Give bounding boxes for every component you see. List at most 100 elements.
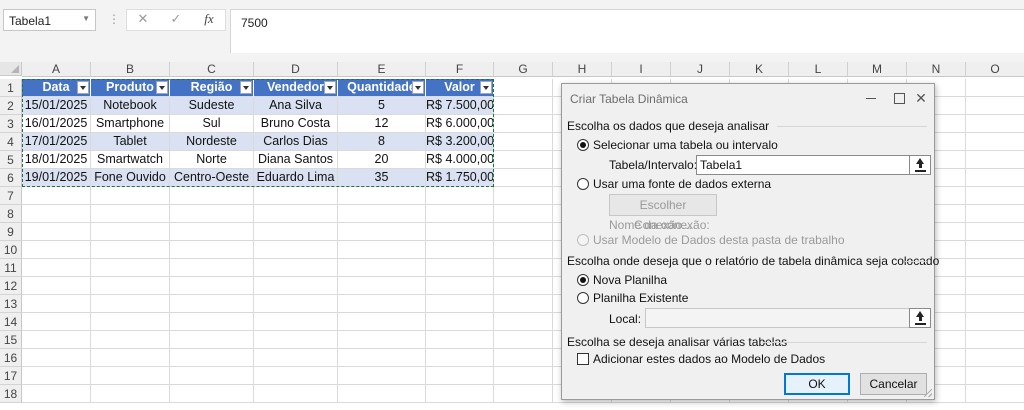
radio-new-sheet[interactable] <box>577 274 589 286</box>
column-header[interactable]: B <box>91 62 170 77</box>
row-header[interactable]: 12 <box>0 277 22 295</box>
ok-button[interactable]: OK <box>784 373 850 395</box>
row-header[interactable]: 18 <box>0 385 22 403</box>
select-all-button[interactable] <box>0 62 22 76</box>
grid-cell[interactable] <box>22 277 91 295</box>
grid-cell[interactable] <box>338 367 426 385</box>
grid-cell[interactable] <box>494 349 553 367</box>
filter-dropdown-icon[interactable] <box>240 81 252 94</box>
table-header-cell[interactable]: Data <box>22 79 91 97</box>
grid-cell[interactable] <box>494 313 553 331</box>
grid-cell[interactable] <box>494 115 553 133</box>
table-cell[interactable]: Nordeste <box>170 133 254 151</box>
grid-cell[interactable] <box>494 277 553 295</box>
table-cell[interactable]: Smartphone <box>91 115 170 133</box>
grid-cell[interactable] <box>22 241 91 259</box>
grid-cell[interactable] <box>254 313 338 331</box>
grid-cell[interactable] <box>170 187 254 205</box>
resize-grip-icon[interactable] <box>922 387 932 397</box>
range-picker-icon[interactable] <box>909 155 931 175</box>
grid-cell[interactable] <box>254 295 338 313</box>
add-to-data-model-checkbox[interactable] <box>577 353 589 365</box>
cancel-button[interactable]: Cancelar <box>860 373 927 395</box>
grid-cell[interactable] <box>170 367 254 385</box>
grid-cell[interactable] <box>170 295 254 313</box>
close-icon[interactable]: ✕ <box>907 87 935 109</box>
grid-cell[interactable] <box>426 367 494 385</box>
radio-data-model[interactable] <box>577 234 589 246</box>
table-cell[interactable]: 15/01/2025 <box>22 97 91 115</box>
filter-dropdown-icon[interactable] <box>324 81 336 94</box>
table-range-input[interactable]: Tabela1 <box>696 155 910 175</box>
grid-cell[interactable] <box>91 277 170 295</box>
table-cell[interactable]: Sul <box>170 115 254 133</box>
grid-cell[interactable] <box>966 187 1024 205</box>
grid-cell[interactable] <box>338 349 426 367</box>
column-header[interactable]: D <box>254 62 338 77</box>
grid-cell[interactable] <box>91 241 170 259</box>
grid-cell[interactable] <box>426 313 494 331</box>
grid-cell[interactable] <box>494 205 553 223</box>
grid-cell[interactable] <box>22 367 91 385</box>
column-header[interactable]: M <box>848 62 907 77</box>
table-cell[interactable]: R$ 1.750,00 <box>426 169 494 187</box>
table-cell[interactable]: Ana Silva <box>254 97 338 115</box>
row-header[interactable]: 2 <box>0 97 22 115</box>
row-header[interactable]: 13 <box>0 295 22 313</box>
enter-formula-icon[interactable]: ✓ <box>166 11 186 29</box>
grid-cell[interactable] <box>254 259 338 277</box>
grid-cell[interactable] <box>426 385 494 403</box>
grid-cell[interactable] <box>494 367 553 385</box>
grid-cell[interactable] <box>254 349 338 367</box>
more-options-icon[interactable]: ⋮ <box>108 12 120 26</box>
grid-cell[interactable] <box>494 169 553 187</box>
column-header[interactable]: F <box>426 62 494 77</box>
grid-cell[interactable] <box>426 241 494 259</box>
table-cell[interactable]: 16/01/2025 <box>22 115 91 133</box>
filter-dropdown-icon[interactable] <box>412 81 424 94</box>
grid-cell[interactable] <box>966 97 1024 115</box>
grid-cell[interactable] <box>91 223 170 241</box>
table-cell[interactable]: 35 <box>338 169 426 187</box>
grid-cell[interactable] <box>22 259 91 277</box>
radio-new-sheet-label[interactable]: Nova Planilha <box>593 273 667 287</box>
table-cell[interactable]: R$ 6.000,00 <box>426 115 494 133</box>
radio-data-model-label[interactable]: Usar Modelo de Dados desta pasta de trab… <box>593 233 845 247</box>
column-header[interactable]: A <box>22 62 91 77</box>
name-box[interactable]: Tabela1 ▼ <box>3 9 96 31</box>
grid-cell[interactable] <box>170 259 254 277</box>
grid-cell[interactable] <box>91 295 170 313</box>
grid-cell[interactable] <box>338 295 426 313</box>
grid-cell[interactable] <box>966 349 1024 367</box>
choose-connection-button[interactable]: Escolher Conexão... <box>609 194 717 232</box>
filter-dropdown-icon[interactable] <box>156 81 168 94</box>
filter-dropdown-icon[interactable] <box>77 81 89 94</box>
grid-cell[interactable] <box>966 79 1024 97</box>
table-cell[interactable]: Fone Ouvido <box>91 169 170 187</box>
table-cell[interactable]: Carlos Dias <box>254 133 338 151</box>
grid-cell[interactable] <box>22 385 91 403</box>
grid-cell[interactable] <box>966 223 1024 241</box>
grid-cell[interactable] <box>966 313 1024 331</box>
range-picker-icon[interactable] <box>909 308 931 328</box>
table-cell[interactable]: 20 <box>338 151 426 169</box>
grid-cell[interactable] <box>426 205 494 223</box>
column-header[interactable]: L <box>789 62 848 77</box>
table-header-cell[interactable]: Região <box>170 79 254 97</box>
grid-cell[interactable] <box>494 259 553 277</box>
column-header[interactable]: O <box>966 62 1024 77</box>
grid-cell[interactable] <box>966 205 1024 223</box>
local-input[interactable] <box>645 308 910 328</box>
grid-cell[interactable] <box>494 79 553 97</box>
grid-cell[interactable] <box>966 367 1024 385</box>
grid-cell[interactable] <box>254 187 338 205</box>
formula-input[interactable]: 7500 <box>230 9 1024 53</box>
grid-cell[interactable] <box>494 295 553 313</box>
add-to-data-model-label[interactable]: Adicionar estes dados ao Modelo de Dados <box>593 352 825 366</box>
grid-cell[interactable] <box>254 241 338 259</box>
grid-cell[interactable] <box>426 349 494 367</box>
grid-cell[interactable] <box>966 277 1024 295</box>
row-header[interactable]: 8 <box>0 205 22 223</box>
table-header-cell[interactable]: Vendedor <box>254 79 338 97</box>
column-header[interactable]: K <box>730 62 789 77</box>
